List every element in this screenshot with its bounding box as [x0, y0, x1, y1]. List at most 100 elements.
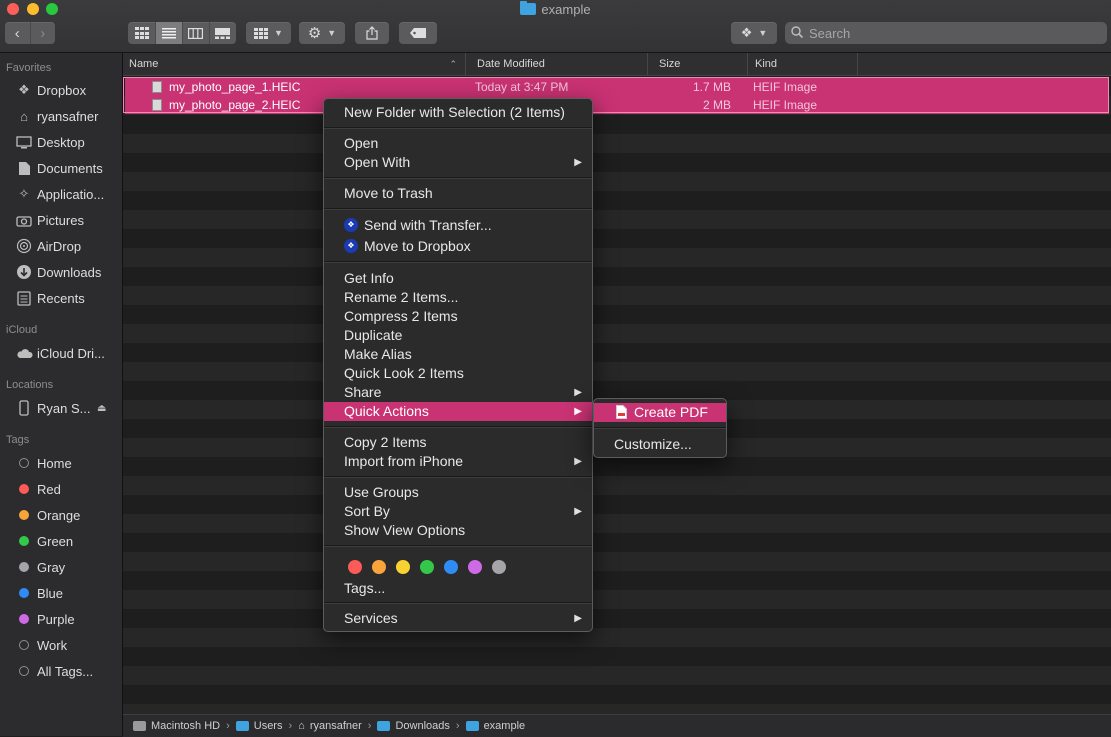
menu-item-customize[interactable]: Customize... [594, 435, 726, 454]
menu-item-duplicate[interactable]: Duplicate [324, 326, 592, 345]
grid-icon [134, 27, 149, 39]
column-header-kind[interactable]: Kind [749, 53, 858, 75]
path-item-users[interactable]: Users [235, 720, 282, 732]
documents-icon [15, 160, 33, 176]
sidebar-tag-gray[interactable]: Gray [0, 555, 122, 579]
path-item-example[interactable]: example [465, 720, 525, 732]
gallery-view-button[interactable] [210, 22, 236, 44]
sidebar-item-recents[interactable]: Recents [0, 286, 122, 310]
submenu-arrow-icon: ▶ [574, 387, 582, 398]
dropbox-toolbar-button[interactable]: ❖ ▼ [731, 22, 777, 44]
camera-icon [15, 212, 33, 228]
menu-item-show-view-options[interactable]: Show View Options [324, 521, 592, 540]
path-item-macintosh-hd[interactable]: Macintosh HD [133, 720, 220, 732]
back-button[interactable]: ‹ [5, 22, 31, 44]
menu-item-get-info[interactable]: Get Info [324, 269, 592, 288]
cloud-icon [15, 345, 33, 361]
menu-item-quick-actions[interactable]: Quick Actions ▶ [324, 402, 592, 421]
menu-item-send-with-transfer[interactable]: ❖ Send with Transfer... [324, 216, 592, 235]
applications-icon: ✧ [18, 186, 30, 201]
dropbox-icon: ❖ [740, 25, 753, 40]
submenu-arrow-icon: ▶ [574, 157, 582, 168]
group-by-button[interactable]: ▼ [246, 22, 291, 44]
path-item-home[interactable]: ⌂ ryansafner [298, 720, 362, 732]
sidebar-item-dropbox[interactable]: ❖ Dropbox [0, 78, 122, 102]
sidebar-tag-work[interactable]: Work [0, 633, 122, 657]
sidebar-item-applications[interactable]: ✧ Applicatio... [0, 182, 122, 206]
share-icon [366, 26, 378, 40]
menu-item-import-from-iphone[interactable]: Import from iPhone ▶ [324, 452, 592, 471]
menu-item-use-groups[interactable]: Use Groups [324, 483, 592, 502]
sidebar-item-airdrop[interactable]: AirDrop [0, 234, 122, 258]
menu-item-services[interactable]: Services ▶ [324, 609, 592, 628]
menu-item-share[interactable]: Share ▶ [324, 383, 592, 402]
sidebar-item-documents[interactable]: Documents [0, 156, 122, 180]
sidebar-item-home[interactable]: ⌂ ryansafner [0, 104, 122, 128]
menu-item-open-with[interactable]: Open With ▶ [324, 153, 592, 172]
file-row[interactable]: my_photo_page_2.HEIC 2 MB HEIF Image [125, 96, 1109, 114]
menu-item-rename[interactable]: Rename 2 Items... [324, 288, 592, 307]
folder-icon [520, 1, 537, 15]
sidebar-tag-green[interactable]: Green [0, 529, 122, 553]
list-view-button[interactable] [155, 22, 183, 44]
menu-item-make-alias[interactable]: Make Alias [324, 345, 592, 364]
sidebar-item-device[interactable]: Ryan S... ⏏ [0, 396, 122, 420]
folder-icon [235, 721, 249, 731]
sidebar-item-desktop[interactable]: Desktop [0, 130, 122, 154]
menu-item-open[interactable]: Open [324, 134, 592, 153]
sidebar-item-icloud-drive[interactable]: iCloud Dri... [0, 341, 122, 365]
column-header-name[interactable]: Name ⌃ [123, 53, 466, 75]
menu-item-move-to-dropbox[interactable]: ❖ Move to Dropbox [324, 237, 592, 256]
disk-icon [133, 721, 146, 731]
menu-item-sort-by[interactable]: Sort By ▶ [324, 502, 592, 521]
dropbox-icon: ❖ [344, 218, 358, 232]
icon-view-button[interactable] [129, 22, 156, 44]
menu-item-move-to-trash[interactable]: Move to Trash [324, 184, 592, 203]
sidebar-item-pictures[interactable]: Pictures [0, 208, 122, 232]
menu-item-create-pdf[interactable]: Create PDF [594, 403, 726, 422]
recents-icon [15, 290, 33, 306]
menu-item-copy[interactable]: Copy 2 Items [324, 433, 592, 452]
sidebar-tag-blue[interactable]: Blue [0, 581, 122, 605]
file-row[interactable]: my_photo_page_1.HEIC Today at 3:47 PM 1.… [125, 78, 1109, 96]
tag-color-green[interactable] [420, 560, 434, 574]
tags-section-label: Tags [6, 434, 30, 446]
sort-chevron-up-icon: ⌃ [449, 59, 457, 69]
file-list: my_photo_page_1.HEIC Today at 3:47 PM 1.… [123, 77, 1111, 714]
sidebar-tag-home[interactable]: Home [0, 451, 122, 475]
edit-tags-button[interactable] [399, 22, 437, 44]
column-header-date[interactable]: Date Modified [471, 53, 648, 75]
tag-color-gray[interactable] [492, 560, 506, 574]
tag-color-orange[interactable] [372, 560, 386, 574]
sidebar-tag-red[interactable]: Red [0, 477, 122, 501]
search-field[interactable]: Search [785, 22, 1107, 44]
favorites-section-label: Favorites [6, 62, 52, 74]
tag-dot [19, 588, 29, 598]
menu-item-tags[interactable]: Tags... [324, 579, 592, 598]
tag-color-purple[interactable] [468, 560, 482, 574]
column-view-button[interactable] [183, 22, 210, 44]
tag-color-red[interactable] [348, 560, 362, 574]
menu-item-quick-look[interactable]: Quick Look 2 Items [324, 364, 592, 383]
chevron-down-icon: ▼ [274, 28, 283, 38]
phone-icon [15, 400, 33, 416]
sidebar-item-downloads[interactable]: Downloads [0, 260, 122, 284]
view-mode-selector [128, 22, 236, 44]
share-button[interactable] [355, 22, 389, 44]
eject-icon[interactable]: ⏏ [97, 403, 106, 414]
sidebar-tag-orange[interactable]: Orange [0, 503, 122, 527]
search-placeholder: Search [809, 25, 851, 41]
column-header-size[interactable]: Size [653, 53, 748, 75]
tag-color-blue[interactable] [444, 560, 458, 574]
pdf-icon [616, 405, 627, 424]
tag-color-yellow[interactable] [396, 560, 410, 574]
menu-item-compress[interactable]: Compress 2 Items [324, 307, 592, 326]
forward-button[interactable]: › [31, 22, 56, 44]
submenu-arrow-icon: ▶ [574, 506, 582, 517]
path-item-downloads[interactable]: Downloads [377, 720, 450, 732]
menu-item-new-folder-with-selection[interactable]: New Folder with Selection (2 Items) [324, 103, 592, 122]
sidebar-tag-purple[interactable]: Purple [0, 607, 122, 631]
menu-separator [324, 476, 592, 478]
action-button[interactable]: ⚙ ▼ [299, 22, 345, 44]
sidebar-all-tags[interactable]: All Tags... [0, 659, 122, 683]
